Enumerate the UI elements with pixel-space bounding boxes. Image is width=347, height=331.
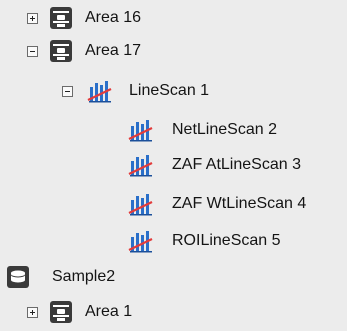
tree-item-label: Area 17: [85, 42, 142, 59]
area-icon: [50, 301, 72, 323]
linescan-sub-icon: [128, 194, 153, 216]
tree-item-roilinescan-5[interactable]: ROILineScan 5: [0, 227, 281, 255]
tree-item-area-1[interactable]: Area 1: [0, 298, 132, 326]
linescan-sub-icon: [128, 120, 153, 142]
area-icon: [50, 40, 72, 62]
linescan-icon: [87, 81, 112, 103]
sample-icon: [7, 266, 29, 288]
tree-item-zaf-wtlinescan-4[interactable]: ZAF WtLineScan 4: [0, 190, 306, 218]
tree-item-label: Area 1: [85, 303, 133, 320]
tree-item-label: Sample2: [52, 268, 116, 285]
tree-item-area-16[interactable]: Area 16: [0, 4, 141, 32]
tree-item-label: NetLineScan 2: [172, 121, 277, 138]
tree-item-label: ZAF AtLineScan 3: [172, 156, 301, 173]
tree-item-linescan-1[interactable]: LineScan 1: [0, 77, 209, 105]
tree-item-netlinescan-2[interactable]: NetLineScan 2: [0, 116, 277, 144]
expand-icon[interactable]: [27, 12, 38, 24]
tree-item-zaf-atlinescan-3[interactable]: ZAF AtLineScan 3: [0, 151, 301, 179]
linescan-sub-icon: [128, 155, 153, 177]
tree-item-area-17[interactable]: Area 17: [0, 37, 141, 65]
tree-item-label: Area 16: [85, 9, 142, 26]
expand-icon[interactable]: [27, 306, 38, 318]
tree-item-label: ZAF WtLineScan 4: [172, 195, 307, 212]
linescan-sub-icon: [128, 231, 153, 253]
tree-item-sample2[interactable]: Sample2: [0, 263, 115, 291]
tree-item-label: ROILineScan 5: [172, 232, 281, 249]
collapse-icon[interactable]: [62, 85, 73, 97]
collapse-icon[interactable]: [27, 45, 38, 57]
area-icon: [50, 7, 72, 29]
tree-view: Area 16 Area 17 LineScan 1 NetLineScan 2…: [0, 0, 347, 331]
tree-item-label: LineScan 1: [129, 82, 210, 99]
